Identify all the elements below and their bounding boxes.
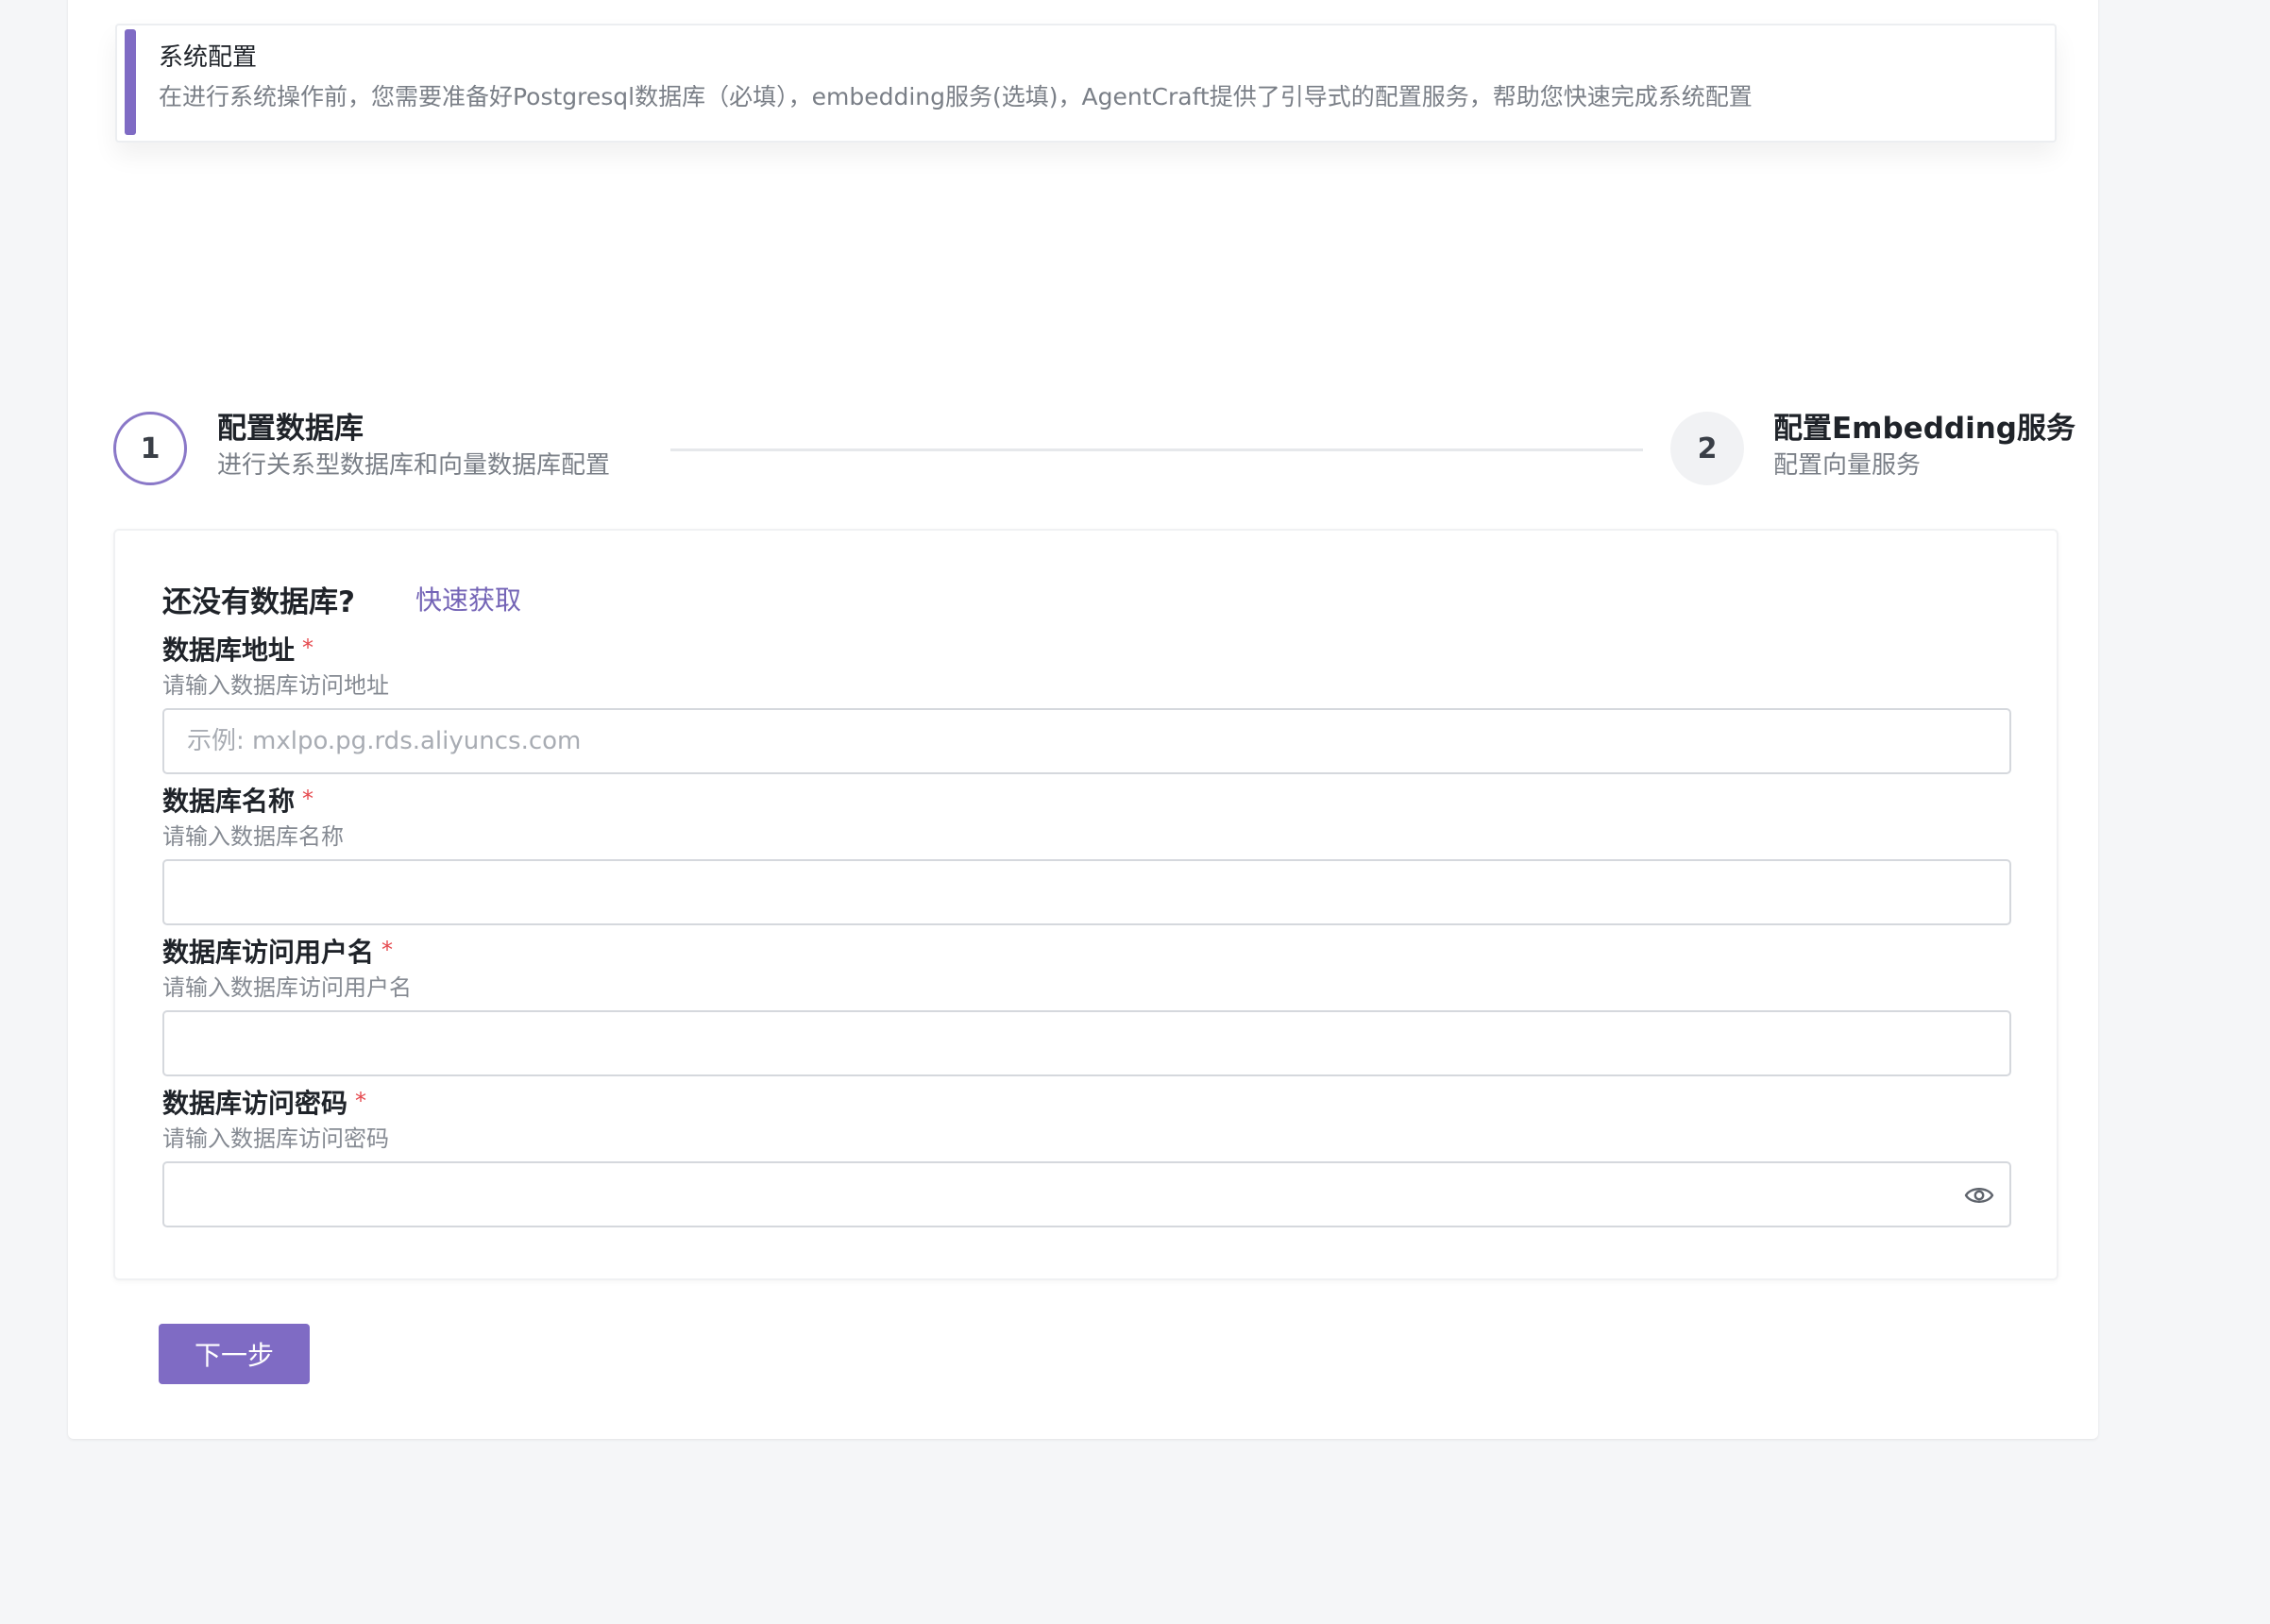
notice-title: 系统配置 xyxy=(159,43,258,72)
step-1-indicator: 1 xyxy=(113,412,187,485)
system-config-notice: 系统配置 在进行系统操作前，您需要准备好Postgresql数据库（必填），em… xyxy=(115,24,2057,143)
next-step-button[interactable]: 下一步 xyxy=(159,1324,310,1384)
db-name-help: 请输入数据库名称 xyxy=(162,823,344,850)
setup-steps: 1 配置数据库 进行关系型数据库和向量数据库配置 2 配置Embedding服务… xyxy=(113,412,2075,497)
eye-icon[interactable] xyxy=(1964,1182,1994,1209)
db-username-field: 数据库访问用户名 * 请输入数据库访问用户名 xyxy=(162,933,2013,1076)
db-address-help: 请输入数据库访问地址 xyxy=(162,672,389,699)
db-name-field: 数据库名称 * 请输入数据库名称 xyxy=(162,782,2013,925)
db-address-label-text: 数据库地址 xyxy=(162,634,296,666)
step-2-description: 配置向量服务 xyxy=(1773,451,1922,480)
db-username-help: 请输入数据库访问用户名 xyxy=(162,974,412,1001)
db-password-field: 数据库访问密码 * 请输入数据库访问密码 xyxy=(162,1084,2013,1227)
db-name-label: 数据库名称 * xyxy=(162,782,2013,819)
db-address-label: 数据库地址 * xyxy=(162,631,2013,668)
notice-description: 在进行系统操作前，您需要准备好Postgresql数据库（必填），embeddi… xyxy=(159,83,1753,110)
db-address-input[interactable] xyxy=(164,710,2009,772)
main-panel: 系统配置 在进行系统操作前，您需要准备好Postgresql数据库（必填），em… xyxy=(68,0,2098,1439)
step-2-title: 配置Embedding服务 xyxy=(1773,412,2075,446)
db-name-input-box xyxy=(162,859,2011,925)
db-address-field: 数据库地址 * 请输入数据库访问地址 xyxy=(162,631,2013,774)
database-form: 还没有数据库? 快速获取 数据库地址* 请输入数据库访问地址 数据库名称* 请输… xyxy=(113,529,2058,1280)
notice-accent-bar xyxy=(125,29,136,135)
no-database-heading: 还没有数据库? xyxy=(162,585,355,619)
db-username-input[interactable] xyxy=(164,1012,2009,1074)
db-username-label-text: 数据库访问用户名 xyxy=(162,937,375,968)
step-2-indicator: 2 xyxy=(1670,412,1744,485)
db-password-help: 请输入数据库访问密码 xyxy=(162,1125,389,1152)
db-username-label: 数据库访问用户名 * xyxy=(162,933,2013,970)
db-name-label-text: 数据库名称 xyxy=(162,786,296,817)
required-mark: * xyxy=(302,786,314,812)
db-password-label: 数据库访问密码 * xyxy=(162,1084,2013,1121)
step-1-description: 进行关系型数据库和向量数据库配置 xyxy=(217,451,611,480)
required-mark: * xyxy=(355,1088,367,1114)
required-mark: * xyxy=(381,937,394,963)
db-username-input-box xyxy=(162,1010,2011,1076)
db-password-input[interactable] xyxy=(164,1163,2009,1226)
db-password-input-box xyxy=(162,1161,2011,1227)
step-connector xyxy=(670,448,1643,451)
db-password-label-text: 数据库访问密码 xyxy=(162,1088,348,1119)
db-address-input-box xyxy=(162,708,2011,774)
quick-get-link[interactable]: 快速获取 xyxy=(415,580,521,617)
db-name-input[interactable] xyxy=(164,861,2009,923)
required-mark: * xyxy=(302,634,314,661)
step-1-title: 配置数据库 xyxy=(217,412,364,446)
